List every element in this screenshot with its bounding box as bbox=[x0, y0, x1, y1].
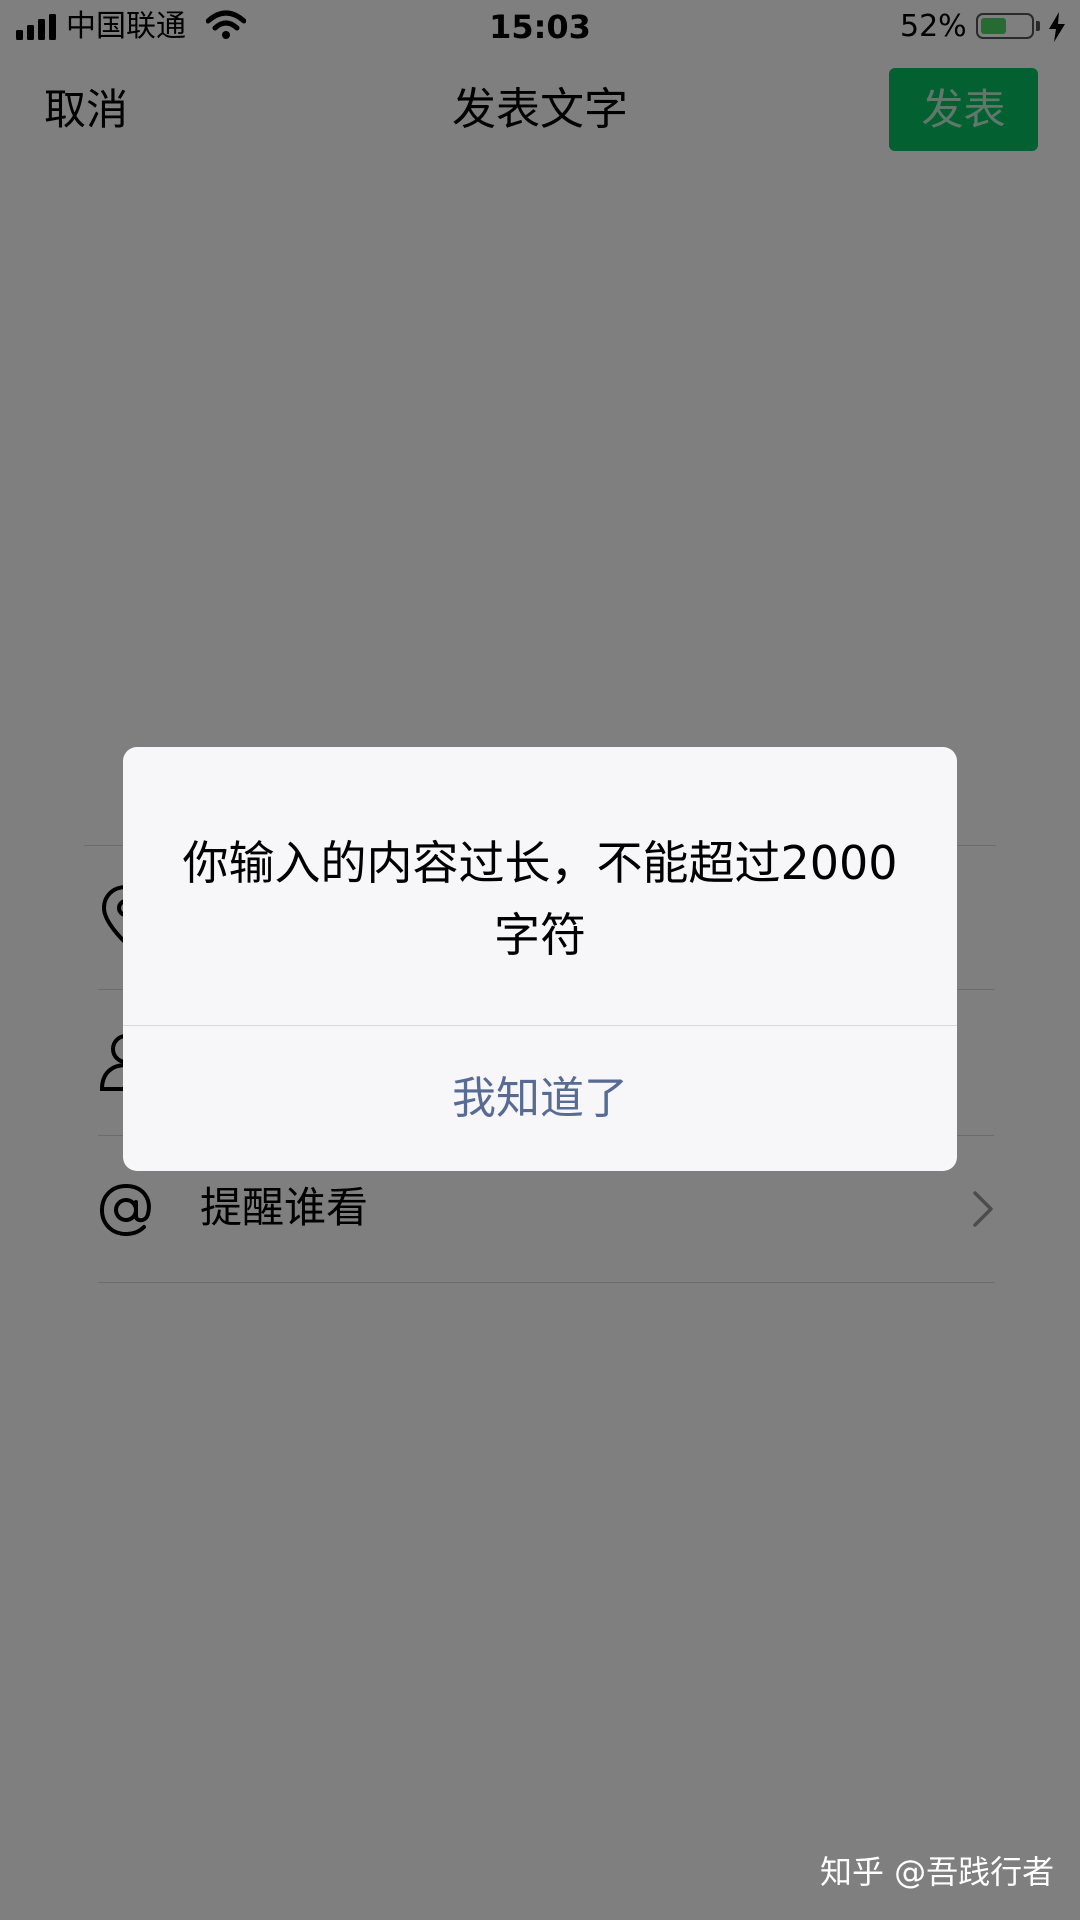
watermark: 知乎 @吾践行者 bbox=[820, 1853, 1055, 1891]
alert-dialog: 你输入的内容过长，不能超过2000字符 我知道了 bbox=[123, 747, 957, 1171]
dialog-message: 你输入的内容过长，不能超过2000字符 bbox=[182, 836, 898, 962]
dialog-confirm-button[interactable]: 我知道了 bbox=[123, 1026, 957, 1171]
